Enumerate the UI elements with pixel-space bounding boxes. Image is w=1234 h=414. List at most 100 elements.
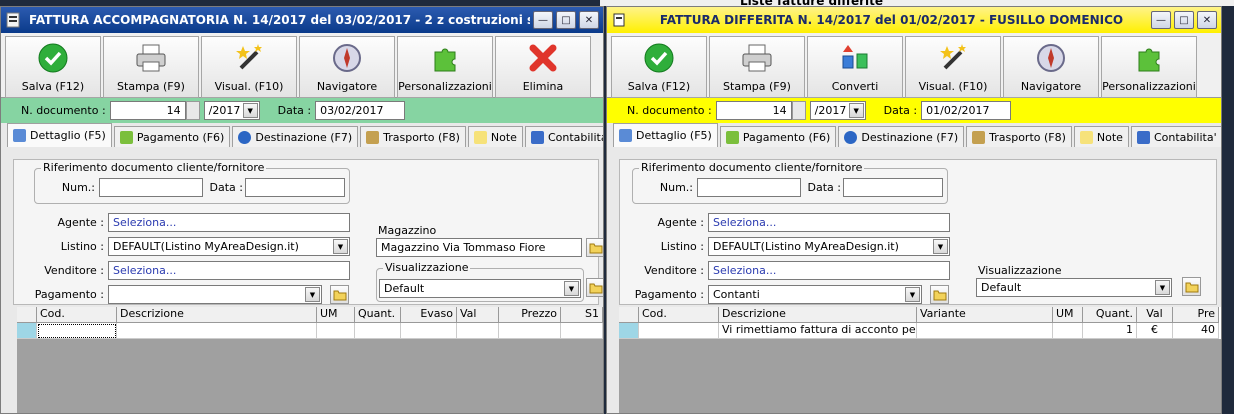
chevron-down-icon[interactable]: ▼: [564, 281, 579, 296]
cell-prezzo[interactable]: [499, 323, 561, 339]
ref-date-field[interactable]: [245, 178, 345, 197]
col-header-um[interactable]: UM: [1053, 307, 1083, 323]
tab-pagamento[interactable]: Pagamento (F6): [719, 126, 837, 147]
save-button[interactable]: Salva (F12): [611, 36, 707, 98]
folder-icon[interactable]: [1182, 277, 1201, 296]
tab-destinazione[interactable]: Destinazione (F7): [838, 126, 965, 147]
table-row[interactable]: [17, 323, 603, 339]
payment-select[interactable]: ▼: [108, 285, 322, 304]
close-button[interactable]: ✕: [1197, 11, 1217, 29]
cell-cod[interactable]: [37, 323, 117, 339]
col-header-cod[interactable]: Cod.: [639, 307, 719, 323]
minimize-button[interactable]: —: [533, 11, 553, 29]
tab-destinazione[interactable]: Destinazione (F7): [232, 126, 359, 147]
save-button[interactable]: Salva (F12): [5, 36, 101, 98]
customize-button[interactable]: Personalizzazioni: [1101, 36, 1197, 98]
date-field[interactable]: 01/02/2017: [921, 101, 1012, 120]
cell-cod[interactable]: [639, 323, 719, 339]
seller-field[interactable]: Seleziona...: [108, 261, 350, 280]
chevron-down-icon[interactable]: ▼: [905, 287, 920, 302]
col-header-descrizione[interactable]: Descrizione: [719, 307, 917, 323]
seller-field[interactable]: Seleziona...: [708, 261, 950, 280]
tab-trasporto[interactable]: Trasporto (F8): [360, 126, 466, 147]
ref-num-field[interactable]: [697, 178, 801, 197]
chevron-down-icon[interactable]: ▼: [848, 103, 864, 118]
chevron-down-icon[interactable]: ▼: [1155, 280, 1170, 295]
chevron-down-icon[interactable]: ▼: [242, 103, 258, 118]
preview-button[interactable]: Visual. (F10): [905, 36, 1001, 98]
tab-contabilita[interactable]: Contabilita': [524, 126, 603, 147]
convert-button[interactable]: Converti: [807, 36, 903, 98]
preview-button[interactable]: Visual. (F10): [201, 36, 297, 98]
cell-prezzo[interactable]: 40: [1173, 323, 1219, 339]
cell-descrizione[interactable]: [117, 323, 317, 339]
view-select[interactable]: Default ▼: [379, 279, 581, 298]
price-list-select[interactable]: DEFAULT(Listino MyAreaDesign.it) ▼: [108, 237, 350, 256]
view-select[interactable]: Default ▼: [976, 278, 1172, 297]
tab-contabilita[interactable]: Contabilita': [1130, 126, 1221, 147]
print-button[interactable]: Stampa (F9): [103, 36, 199, 98]
agent-field[interactable]: Seleziona...: [108, 213, 350, 232]
maximize-button[interactable]: □: [1174, 11, 1194, 29]
folder-icon[interactable]: [930, 285, 949, 304]
chevron-down-icon[interactable]: ▼: [333, 239, 348, 254]
col-header-s1[interactable]: S1: [561, 307, 603, 323]
col-header-descrizione[interactable]: Descrizione: [117, 307, 317, 323]
print-button[interactable]: Stampa (F9): [709, 36, 805, 98]
cell-quant[interactable]: 1: [1083, 323, 1137, 339]
ref-date-field[interactable]: [843, 178, 943, 197]
customize-button[interactable]: Personalizzazioni: [397, 36, 493, 98]
cell-um[interactable]: [1053, 323, 1083, 339]
col-header-um[interactable]: UM: [317, 307, 355, 323]
navigator-button[interactable]: Navigatore: [1003, 36, 1099, 98]
doc-year-select[interactable]: /2017 ▼: [203, 101, 260, 120]
tab-note[interactable]: Note: [1073, 126, 1129, 147]
row-selector[interactable]: [619, 323, 639, 339]
tab-pagamento[interactable]: Pagamento (F6): [113, 126, 231, 147]
row-selector[interactable]: [17, 323, 37, 339]
close-button[interactable]: ✕: [579, 11, 599, 29]
col-header-cod[interactable]: Cod.: [37, 307, 117, 323]
col-header-val[interactable]: Val: [457, 307, 499, 323]
chevron-down-icon[interactable]: ▼: [305, 287, 320, 302]
col-header-quant[interactable]: Quant.: [1083, 307, 1137, 323]
folder-icon[interactable]: [586, 238, 603, 257]
warehouse-field[interactable]: Magazzino Via Tommaso Fiore: [376, 238, 582, 257]
col-header-quant[interactable]: Quant.: [355, 307, 401, 323]
doc-number-field[interactable]: 14: [715, 101, 792, 120]
maximize-button[interactable]: □: [556, 11, 576, 29]
cell-um[interactable]: [317, 323, 355, 339]
tab-dettaglio[interactable]: Dettaglio (F5): [613, 123, 718, 147]
folder-icon[interactable]: [330, 285, 349, 304]
price-list-select[interactable]: DEFAULT(Listino MyAreaDesign.it) ▼: [708, 237, 950, 256]
title-bar[interactable]: FATTURA ACCOMPAGNATORIA N. 14/2017 del 0…: [1, 7, 603, 33]
folder-icon[interactable]: [586, 278, 603, 297]
doc-number-spinner[interactable]: [791, 101, 806, 120]
cell-variante[interactable]: [917, 323, 1053, 339]
navigator-button[interactable]: Navigatore: [299, 36, 395, 98]
col-header-variante[interactable]: Variante: [917, 307, 1053, 323]
date-field[interactable]: 03/02/2017: [315, 101, 406, 120]
cell-val[interactable]: [457, 323, 499, 339]
doc-year-select[interactable]: /2017 ▼: [809, 101, 866, 120]
title-bar[interactable]: FATTURA DIFFERITA N. 14/2017 del 01/02/2…: [607, 7, 1221, 33]
agent-field[interactable]: Seleziona...: [708, 213, 950, 232]
minimize-button[interactable]: —: [1151, 11, 1171, 29]
delete-button[interactable]: Elimina: [495, 36, 591, 98]
col-header-prezzo[interactable]: Pre: [1173, 307, 1219, 323]
ref-num-field[interactable]: [99, 178, 203, 197]
col-header-evaso[interactable]: Evaso: [401, 307, 457, 323]
tab-trasporto[interactable]: Trasporto (F8): [966, 126, 1072, 147]
cell-descrizione[interactable]: Vi rimettiamo fattura di acconto per v..…: [719, 323, 917, 339]
doc-number-spinner[interactable]: [185, 101, 200, 120]
chevron-down-icon[interactable]: ▼: [933, 239, 948, 254]
table-row[interactable]: Vi rimettiamo fattura di acconto per v..…: [619, 323, 1221, 339]
col-header-prezzo[interactable]: Prezzo: [499, 307, 561, 323]
doc-number-field[interactable]: 14: [109, 101, 186, 120]
tab-note[interactable]: Note: [467, 126, 523, 147]
tab-dettaglio[interactable]: Dettaglio (F5): [7, 123, 112, 147]
cell-evaso[interactable]: [401, 323, 457, 339]
col-header-val[interactable]: Val: [1137, 307, 1173, 323]
cell-quant[interactable]: [355, 323, 401, 339]
cell-s1[interactable]: [561, 323, 603, 339]
